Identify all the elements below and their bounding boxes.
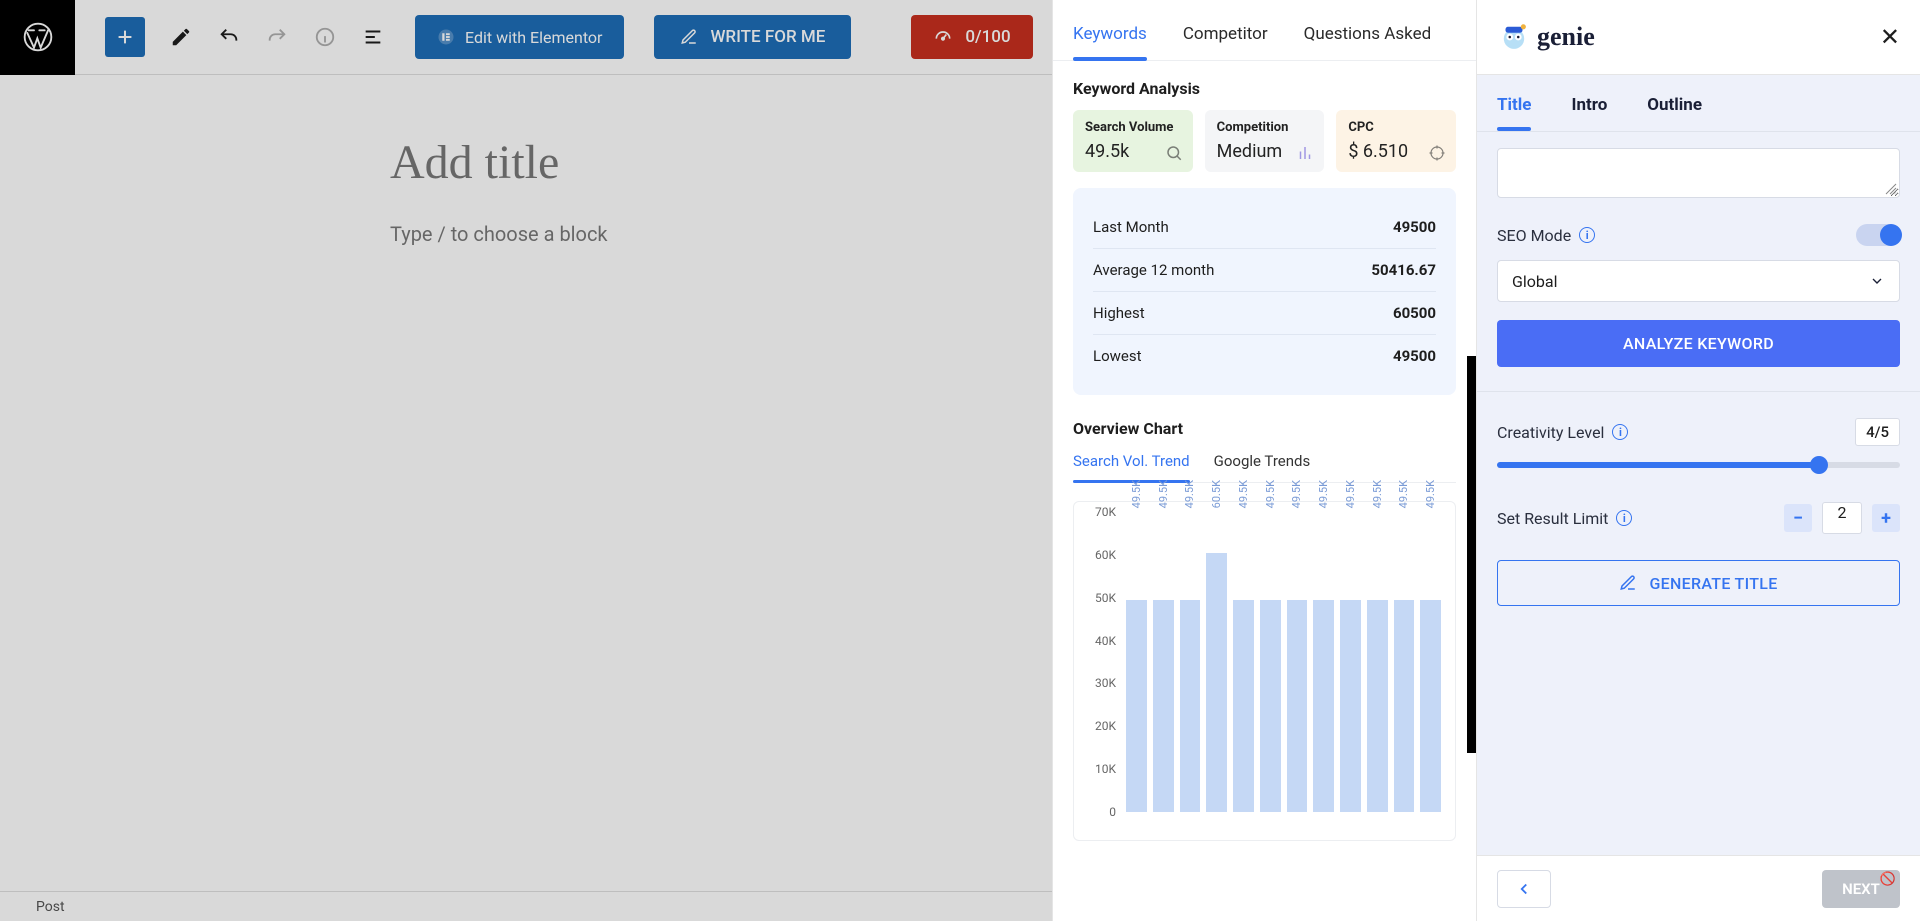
close-icon[interactable]: ✕: [1880, 23, 1900, 51]
seo-mode-toggle[interactable]: [1856, 224, 1900, 246]
info-icon[interactable]: i: [1616, 510, 1632, 526]
seo-mode-label: SEO Mode i: [1497, 226, 1595, 245]
tab-title[interactable]: Title: [1497, 95, 1531, 131]
country-select[interactable]: Global: [1497, 260, 1900, 302]
keywords-panel: Keywords Competitor Questions Asked Keyw…: [1052, 0, 1476, 921]
keyword-analysis-heading: Keyword Analysis: [1073, 79, 1456, 98]
keyword-textarea[interactable]: [1497, 148, 1900, 198]
tab-search-vol-trend[interactable]: Search Vol. Trend: [1073, 452, 1190, 482]
chevron-down-icon: [1869, 273, 1885, 289]
panel-splitter[interactable]: [1467, 356, 1476, 753]
editor-dim-overlay: [0, 0, 1052, 921]
blocked-icon: 🚫: [1880, 872, 1896, 887]
tab-keywords[interactable]: Keywords: [1073, 24, 1147, 60]
resize-handle-icon[interactable]: [1885, 183, 1897, 195]
chevron-left-icon: [1515, 880, 1533, 898]
prev-button[interactable]: [1497, 870, 1551, 908]
search-icon: [1165, 144, 1183, 162]
overview-chart-heading: Overview Chart: [1073, 419, 1456, 438]
result-limit-increase[interactable]: +: [1872, 504, 1900, 532]
tab-google-trends[interactable]: Google Trends: [1214, 452, 1311, 482]
stat-competition: Competition Medium: [1205, 110, 1325, 172]
stat-search-volume: Search Volume 49.5k: [1073, 110, 1193, 172]
analyze-keyword-button[interactable]: ANALYZE KEYWORD: [1497, 320, 1900, 367]
creativity-value: 4/5: [1855, 418, 1900, 446]
genie-logo: genie: [1497, 20, 1595, 54]
genie-panel: genie ✕ Title Intro Outline SEO Mode i G…: [1476, 0, 1920, 921]
tab-competitor[interactable]: Competitor: [1183, 24, 1268, 60]
bars-icon: [1296, 144, 1314, 162]
info-icon[interactable]: i: [1612, 424, 1628, 440]
tab-intro[interactable]: Intro: [1571, 95, 1607, 131]
tab-outline[interactable]: Outline: [1647, 95, 1702, 131]
tab-questions[interactable]: Questions Asked: [1304, 24, 1432, 60]
result-limit-label: Set Result Limit i: [1497, 509, 1632, 528]
next-button: NEXT 🚫: [1822, 870, 1900, 908]
stat-cpc: CPC $ 6.510: [1336, 110, 1456, 172]
info-icon[interactable]: i: [1579, 227, 1595, 243]
stats-detail-card: Last Month49500 Average 12 month50416.67…: [1073, 188, 1456, 395]
pencil-icon: [1619, 574, 1637, 592]
result-limit-decrease[interactable]: −: [1784, 504, 1812, 532]
generate-title-button[interactable]: GENERATE TITLE: [1497, 560, 1900, 606]
creativity-slider[interactable]: [1497, 462, 1900, 468]
overview-chart: 70K60K50K40K30K20K10K0 49.5K49.5K49.5K60…: [1073, 501, 1456, 841]
target-icon: [1428, 144, 1446, 162]
result-limit-input[interactable]: 2: [1822, 502, 1862, 534]
creativity-level-label: Creativity Level i: [1497, 423, 1628, 442]
